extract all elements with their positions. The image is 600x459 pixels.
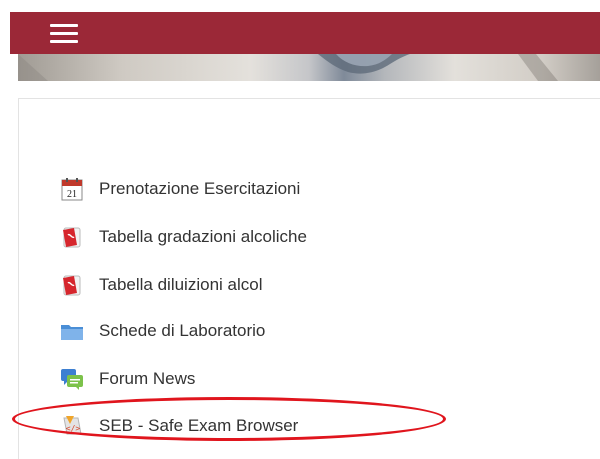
folder-icon (60, 319, 84, 343)
activity-seb-safe-exam-browser[interactable]: </> SEB - Safe Exam Browser (60, 411, 298, 441)
hamburger-menu-icon[interactable] (50, 22, 78, 44)
activity-tabella-gradazioni-alcoliche[interactable]: Tabella gradazioni alcoliche (60, 222, 307, 252)
calendar-day-number: 21 (67, 189, 77, 200)
activity-label: Tabella gradazioni alcoliche (99, 227, 307, 246)
forum-icon (60, 367, 84, 391)
activity-schede-di-laboratorio[interactable]: Schede di Laboratorio (60, 316, 265, 346)
activity-label: Forum News (99, 369, 196, 388)
activity-label: Tabella diluizioni alcol (99, 275, 263, 294)
activity-label: SEB - Safe Exam Browser (99, 416, 299, 435)
top-navbar (10, 12, 600, 54)
svg-text:</>: </> (66, 424, 81, 433)
pdf-icon (60, 225, 84, 249)
activity-prenotazione-esercitazioni[interactable]: 21 Prenotazione Esercitazioni (60, 174, 300, 204)
course-header-image (18, 54, 600, 81)
activity-label: Schede di Laboratorio (99, 321, 266, 340)
activity-forum-news[interactable]: Forum News (60, 364, 195, 394)
activity-label: Prenotazione Esercitazioni (99, 179, 301, 198)
activity-tabella-diluizioni-alcol[interactable]: Tabella diluizioni alcol (60, 270, 262, 300)
seb-icon: </> (60, 414, 84, 438)
calendar-icon: 21 (60, 177, 84, 201)
pdf-icon (60, 273, 84, 297)
